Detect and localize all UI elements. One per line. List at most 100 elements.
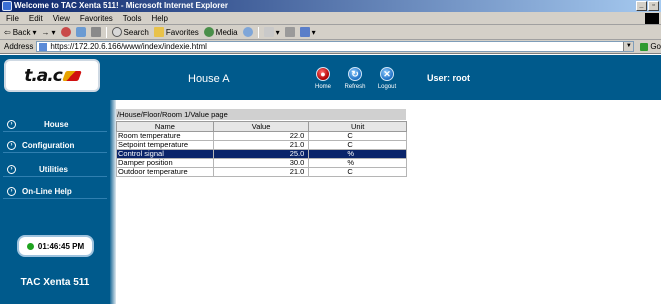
breadcrumb: /House/Floor/Room 1/Value page: [116, 109, 406, 120]
cell-unit: C: [308, 167, 407, 177]
home-icon: [90, 27, 101, 37]
search-label: Search: [123, 27, 149, 37]
favorites-label: Favorites: [165, 27, 199, 37]
logout-label: Logout: [377, 84, 397, 90]
address-dropdown-icon[interactable]: ▼: [623, 42, 634, 51]
value-table: Name Value Unit Room temperature 22.0 C …: [116, 121, 407, 177]
favorites-icon: [153, 27, 164, 37]
chevron-down-icon: ▾: [32, 27, 37, 37]
menu-bar: File Edit View Favorites Tools Help: [0, 12, 661, 25]
mail-icon: [263, 27, 274, 37]
column-header-value[interactable]: Value: [212, 121, 310, 132]
refresh-icon: ↻: [348, 67, 362, 81]
menu-edit[interactable]: Edit: [29, 14, 43, 23]
logo-mark-icon: [61, 70, 82, 81]
search-button[interactable]: Search: [111, 27, 149, 37]
cell-name: Outdoor temperature: [116, 167, 214, 177]
stop-icon: [60, 27, 71, 37]
search-icon: [111, 27, 122, 37]
browser-toolbar: ⇦ Back ▾ → ▾ Search Favorites Media ▾ ▾: [0, 25, 661, 40]
chevron-right-icon: ›: [7, 140, 16, 150]
clock-display: 01:46:45 PM: [17, 235, 94, 257]
menu-tools[interactable]: Tools: [123, 14, 142, 23]
back-label: Back: [12, 27, 31, 37]
media-label: Media: [215, 27, 238, 37]
table-row[interactable]: Outdoor temperature 21.0 C: [116, 167, 407, 177]
minimize-button[interactable]: _: [636, 1, 647, 11]
media-button[interactable]: Media: [203, 27, 238, 37]
page-title: House A: [188, 73, 230, 85]
back-button[interactable]: ⇦ Back ▾: [4, 28, 37, 37]
app-header: t.a.c House A ● Home ↻ Refresh ✕ Logout …: [0, 55, 661, 100]
refresh-browser-button[interactable]: [75, 27, 86, 37]
address-url: https://172.20.6.166/www/index/indexie.h…: [50, 42, 207, 51]
edit-button[interactable]: ▾: [299, 27, 316, 37]
home-label: Home: [314, 84, 331, 90]
cell-unit: %: [308, 149, 407, 159]
stop-button[interactable]: [60, 27, 71, 37]
sidebar-item-label: On-Line Help: [22, 186, 72, 196]
chevron-down-icon: ▾: [311, 27, 316, 37]
refresh-label: Refresh: [344, 84, 366, 90]
history-button[interactable]: [242, 27, 253, 37]
cell-unit: C: [308, 140, 407, 150]
cell-unit: %: [308, 158, 407, 168]
menu-file[interactable]: File: [6, 14, 19, 23]
sidebar-item-configuration[interactable]: › Configuration: [3, 138, 107, 153]
close-icon: ✕: [380, 67, 394, 81]
go-button[interactable]: Go: [640, 42, 661, 51]
ie-icon: [2, 1, 12, 11]
tac-logo: t.a.c: [4, 59, 100, 92]
chevron-down-icon: ▾: [51, 27, 56, 37]
user-label: User: root: [427, 73, 471, 83]
address-input[interactable]: https://172.20.6.166/www/index/indexie.h…: [36, 41, 635, 52]
logout-button[interactable]: ✕ Logout: [373, 67, 401, 90]
history-icon: [242, 27, 253, 37]
sidebar-item-house[interactable]: › House: [3, 117, 107, 132]
sidebar: › House › Configuration › Utilities › On…: [0, 100, 110, 304]
chevron-right-icon: ›: [7, 186, 16, 196]
column-header-unit[interactable]: Unit: [308, 121, 407, 132]
menu-view[interactable]: View: [53, 14, 70, 23]
window-title: Welcome to TAC Xenta 511! - Microsoft In…: [14, 1, 228, 10]
edit-icon: [299, 27, 310, 37]
status-dot-icon: [26, 242, 34, 250]
home-browser-button[interactable]: [90, 27, 101, 37]
sidebar-item-label: Utilities: [39, 164, 68, 174]
sidebar-item-label: Configuration: [22, 140, 75, 150]
sidebar-item-online-help[interactable]: › On-Line Help: [3, 184, 107, 199]
favorites-button[interactable]: Favorites: [153, 27, 199, 37]
windows-logo-icon: [645, 13, 659, 24]
media-icon: [203, 27, 214, 37]
cell-unit: C: [308, 131, 407, 141]
cell-value: 21.0: [212, 167, 310, 177]
table-header-row: Name Value Unit: [116, 121, 407, 132]
home-icon: ●: [316, 67, 330, 81]
go-label: Go: [650, 42, 661, 51]
refresh-icon: [75, 27, 86, 37]
mail-button[interactable]: ▾: [263, 27, 280, 37]
address-label: Address: [4, 42, 34, 51]
print-button[interactable]: [284, 27, 295, 37]
chevron-right-icon: ›: [7, 164, 16, 174]
toolbar-separator: [257, 26, 259, 38]
chevron-down-icon: ▾: [275, 27, 280, 37]
forward-button[interactable]: → ▾: [42, 28, 56, 37]
sidebar-item-utilities[interactable]: › Utilities: [3, 162, 107, 177]
home-button[interactable]: ● Home: [309, 67, 337, 90]
page-icon: [39, 42, 48, 51]
toolbar-separator: [105, 26, 107, 38]
logo-text: t.a.c: [24, 65, 63, 86]
refresh-button[interactable]: ↻ Refresh: [341, 67, 369, 90]
menu-help[interactable]: Help: [151, 14, 167, 23]
menu-favorites[interactable]: Favorites: [80, 14, 113, 23]
go-arrow-icon: [640, 42, 649, 51]
address-bar: Address https://172.20.6.166/www/index/i…: [0, 40, 661, 54]
clock-time: 01:46:45 PM: [37, 241, 85, 251]
chevron-right-icon: ›: [7, 119, 16, 129]
product-name: TAC Xenta 511: [20, 277, 90, 288]
maximize-button[interactable]: ▫: [648, 1, 659, 11]
column-header-name[interactable]: Name: [116, 121, 214, 132]
window-title-bar: Welcome to TAC Xenta 511! - Microsoft In…: [0, 0, 661, 12]
forward-arrow-icon: →: [41, 27, 50, 37]
